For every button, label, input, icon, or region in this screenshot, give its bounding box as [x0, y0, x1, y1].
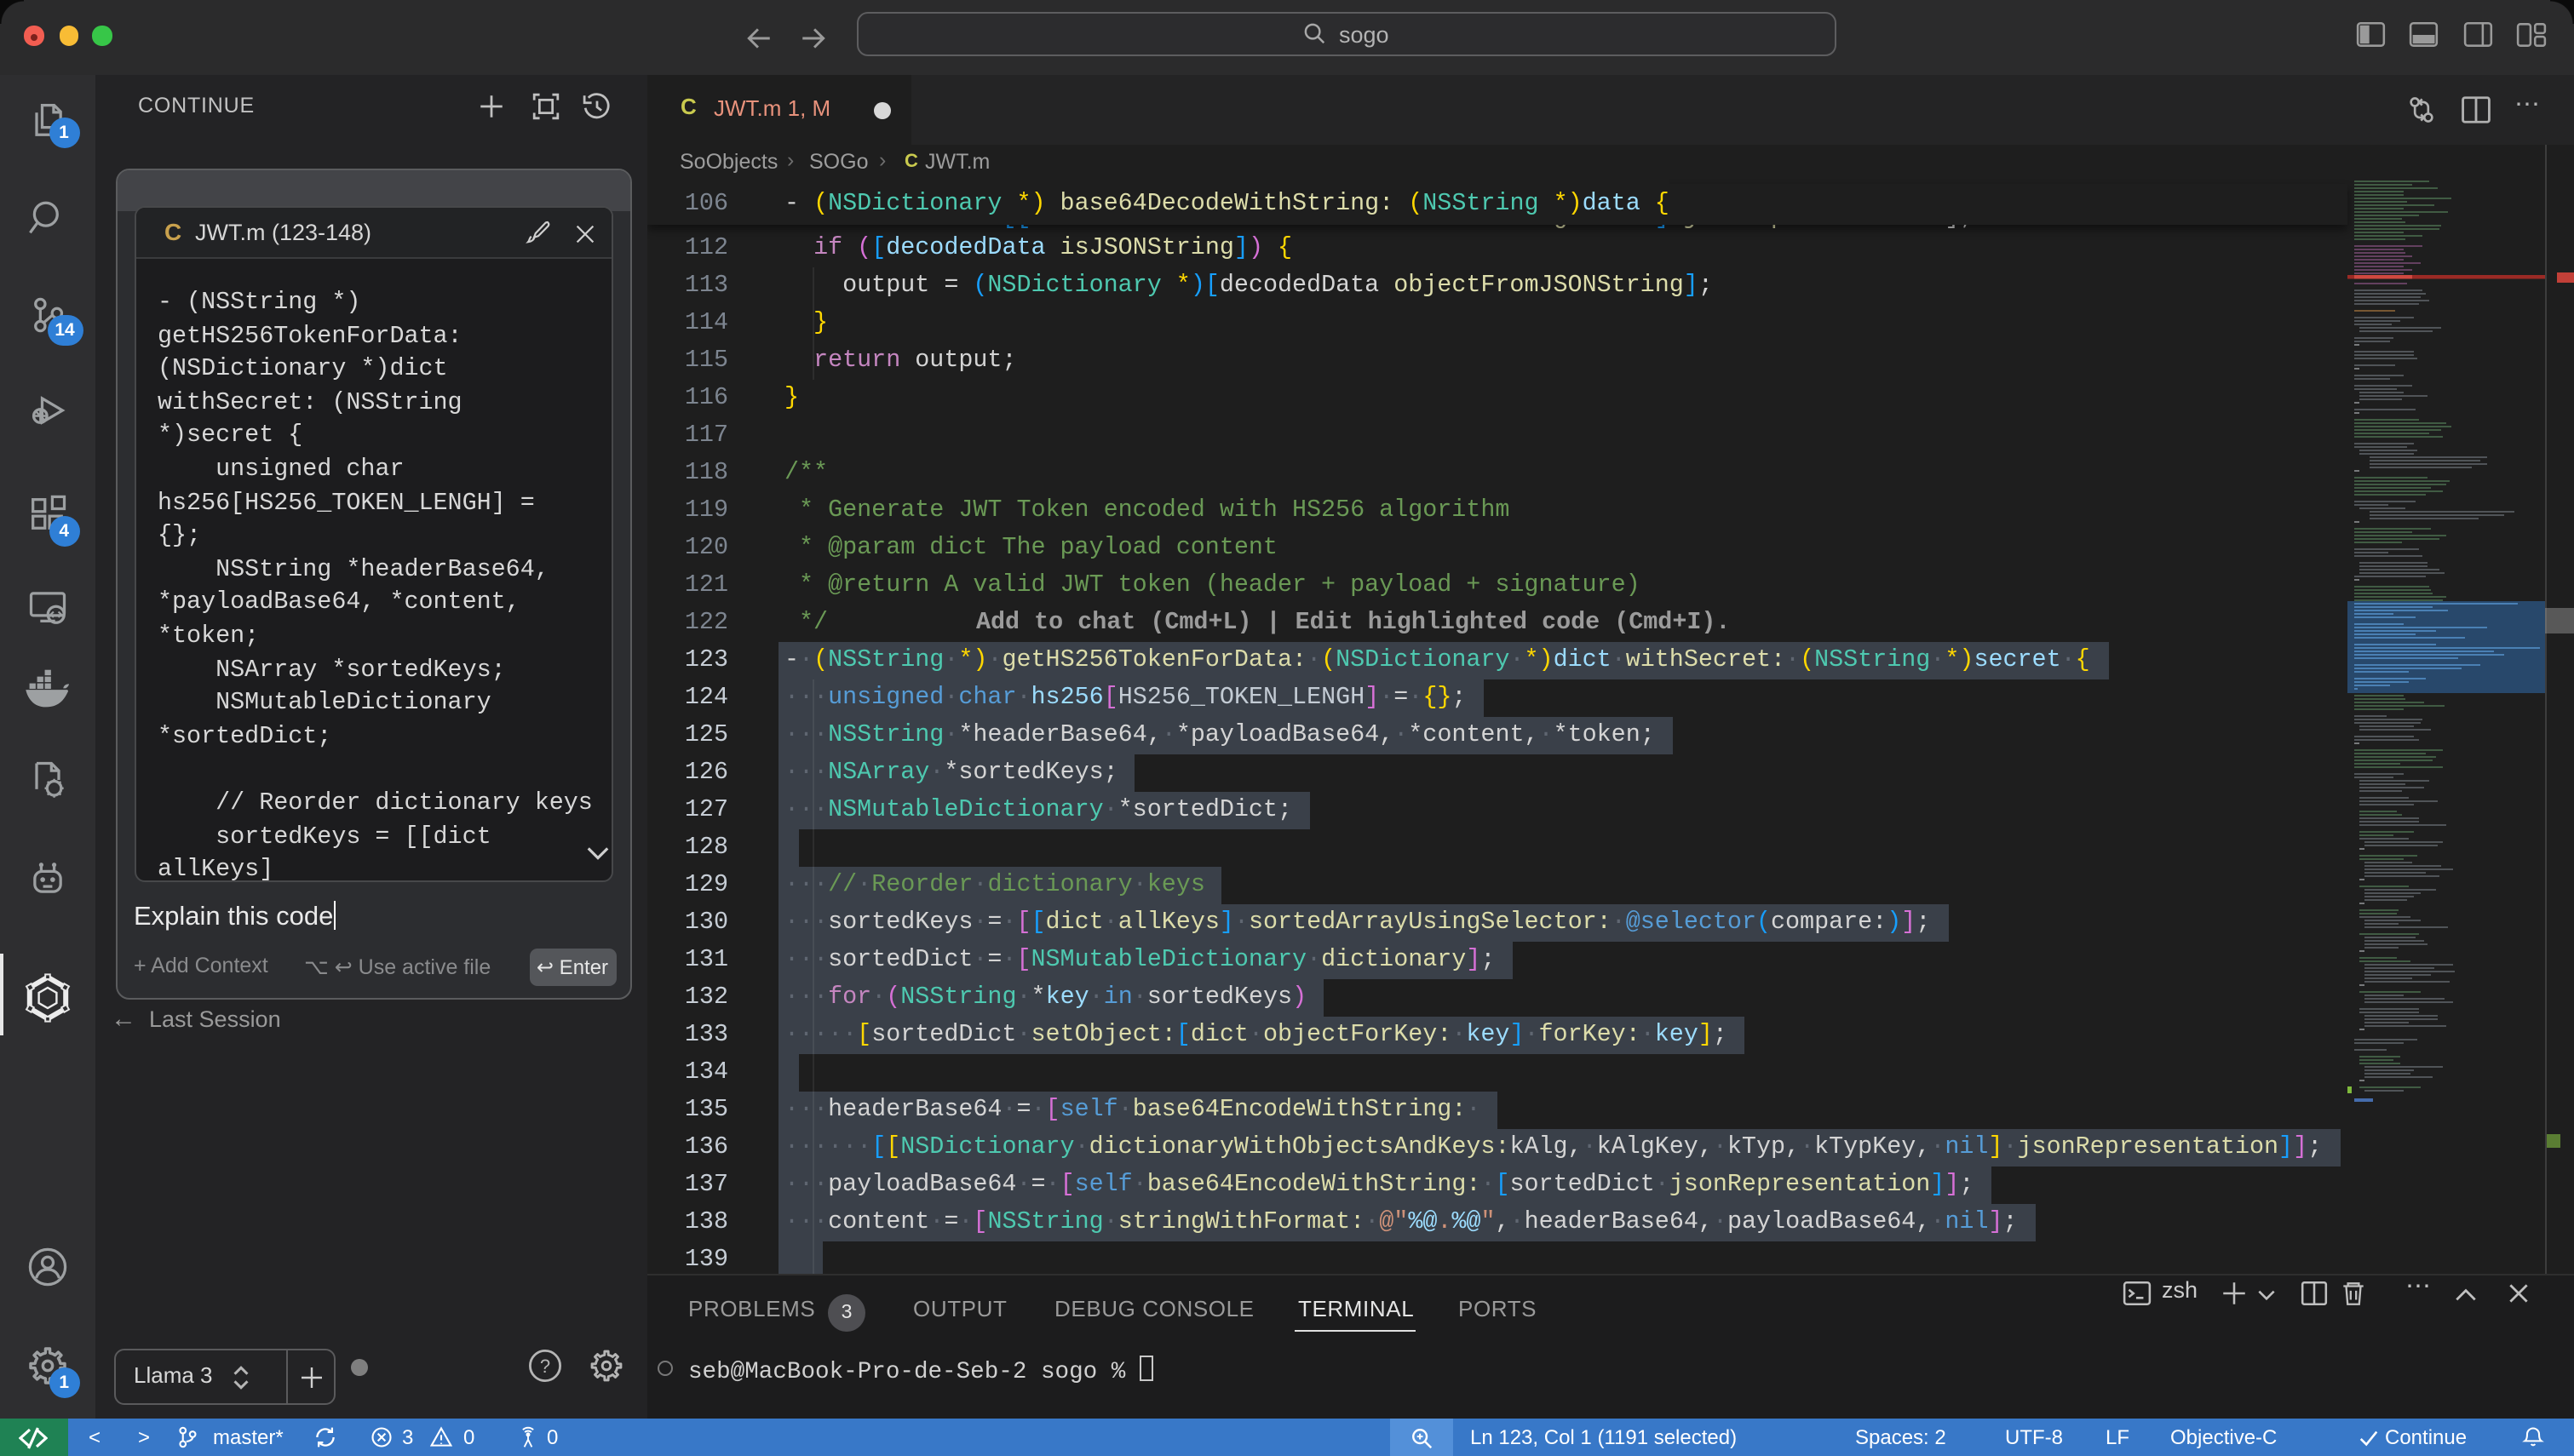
svg-text:?: ?	[540, 1356, 550, 1377]
